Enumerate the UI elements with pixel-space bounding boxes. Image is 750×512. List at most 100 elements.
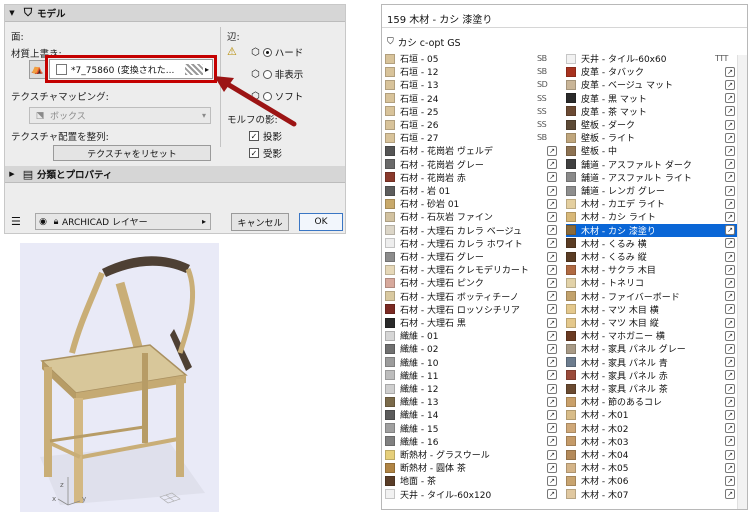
material-list-item[interactable]: 木材 - カシ 漆塗り ↗ xyxy=(566,223,738,237)
material-list-item[interactable]: 木材 - ファイバーボード ↗ xyxy=(566,290,738,303)
material-list-item[interactable]: 木材 - 木04 ↗ xyxy=(566,448,738,461)
material-list-item[interactable]: 木材 - 木05 ↗ xyxy=(566,461,738,474)
material-list-item[interactable]: 木材 - くるみ 縦 ↗ xyxy=(566,250,738,263)
material-list-item[interactable]: 織維 - 01 ↗ xyxy=(385,329,557,342)
material-list-item[interactable]: 石材 - 岩 01 ↗ xyxy=(385,184,557,197)
material-list-item[interactable]: 石材 - 大理石 ロッソシチリア ↗ xyxy=(385,303,557,316)
material-list-item[interactable]: 木材 - 家具 パネル 茶 ↗ xyxy=(566,382,738,395)
edge-option-hard[interactable]: ⬡ ハード xyxy=(251,45,303,60)
material-list-item[interactable]: 木材 - 木01 ↗ xyxy=(566,408,738,421)
material-list-item[interactable]: 壁板 - 中 ↗ xyxy=(566,144,738,157)
material-list-item[interactable]: 石材 - 花崗岩 赤 ↗ xyxy=(385,171,557,184)
cancel-button[interactable]: キャンセル xyxy=(231,213,289,231)
layer-select[interactable]: ◉ 🔒︎ ARCHICAD レイヤー ▸ xyxy=(35,213,211,230)
model-section-header[interactable]: ▼ ⛉ モデル xyxy=(5,5,345,22)
material-list-item[interactable]: 木材 - マツ 木目 横 ↗ xyxy=(566,303,738,316)
material-list-item[interactable]: 石垣 - 05 SB xyxy=(385,52,557,65)
material-list-item[interactable]: 木材 - 節のあるコレ ↗ xyxy=(566,395,738,408)
material-list-item[interactable]: 織維 - 15 ↗ xyxy=(385,422,557,435)
material-swatch xyxy=(566,330,576,341)
material-list-item[interactable]: 石垣 - 27 SB xyxy=(385,131,557,144)
material-list-item[interactable]: 石材 - 花崗岩 グレー ↗ xyxy=(385,158,557,171)
expand-triangle-icon[interactable]: ▶ xyxy=(5,170,19,178)
material-list-item[interactable]: 皮革 - ベージュ マット ↗ xyxy=(566,78,738,91)
scrollbar[interactable] xyxy=(737,55,747,509)
material-list-item[interactable]: 断熱材 - グラスウール ↗ xyxy=(385,448,557,461)
material-list-item[interactable]: 織維 - 12 ↗ xyxy=(385,382,557,395)
material-list-item[interactable]: 木材 - 木03 ↗ xyxy=(566,435,738,448)
material-list-item[interactable]: 織維 - 11 ↗ xyxy=(385,369,557,382)
texture-preview-icon: ↗ xyxy=(547,449,557,460)
material-list-item[interactable]: 舗道 - アスファルト ライト ↗ xyxy=(566,171,738,184)
cast-shadow-option[interactable]: ✓ 投影 xyxy=(249,129,282,143)
texture-preview-icon: ↗ xyxy=(547,396,557,407)
material-list-item[interactable]: 皮革 - 黒 マット ↗ xyxy=(566,92,738,105)
material-list-item[interactable]: 石材 - 石灰岩 ファイン ↗ xyxy=(385,210,557,223)
cast-shadow-label: 投影 xyxy=(263,132,283,143)
material-list-item[interactable]: 木材 - 家具 パネル 青 ↗ xyxy=(566,356,738,369)
material-list-item[interactable]: 石材 - 大理石 クレモデリカート ↗ xyxy=(385,263,557,276)
material-list-item[interactable]: 織維 - 02 ↗ xyxy=(385,342,557,355)
material-override-toggle[interactable]: ⛺ xyxy=(29,60,46,79)
receive-shadow-checkbox[interactable]: ✓ xyxy=(249,148,259,158)
ok-button[interactable]: OK xyxy=(299,213,343,231)
material-name: 木材 - カエデ ライト xyxy=(581,200,665,211)
material-list-item[interactable]: 石垣 - 26 SS xyxy=(385,118,557,131)
material-list-item[interactable]: 石材 - 大理石 ピンク ↗ xyxy=(385,276,557,289)
texture-mapping-select[interactable]: ⬔ ボックス ▾ xyxy=(29,107,211,124)
material-list-item[interactable]: 皮革 - タバック ↗ xyxy=(566,65,738,78)
material-list-item[interactable]: 木材 - マホガニー 横 ↗ xyxy=(566,329,738,342)
material-swatch xyxy=(566,132,576,143)
material-list-item[interactable]: 石垣 - 24 SS xyxy=(385,92,557,105)
material-list-item[interactable]: 石材 - 大理石 黒 ↗ xyxy=(385,316,557,329)
material-name: 木材 - 木04 xyxy=(581,451,629,462)
3d-viewport[interactable]: z y x xyxy=(20,243,219,512)
material-list-item[interactable]: 木材 - トネリコ ↗ xyxy=(566,276,738,289)
material-list-item[interactable]: 舗道 - アスファルト ダーク ↗ xyxy=(566,158,738,171)
material-list-item[interactable]: 織維 - 13 ↗ xyxy=(385,395,557,408)
material-list-item[interactable]: 壁板 - ダーク ↗ xyxy=(566,118,738,131)
material-list-item[interactable]: 石垣 - 12 SB xyxy=(385,65,557,78)
texture-preview-icon: ↗ xyxy=(725,119,735,130)
material-swatch xyxy=(385,423,395,434)
material-name: 地面 - 茶 xyxy=(400,477,436,488)
cast-shadow-checkbox[interactable]: ✓ xyxy=(249,131,259,141)
collapse-triangle-icon[interactable]: ▼ xyxy=(5,9,19,17)
material-list-item[interactable]: 木材 - 木02 ↗ xyxy=(566,422,738,435)
material-list-item[interactable]: 木材 - くるみ 横 ↗ xyxy=(566,237,738,250)
material-list-item[interactable]: 木材 - カシ ライト ↗ xyxy=(566,210,738,223)
reset-texture-button[interactable]: テクスチャをリセット xyxy=(53,145,211,161)
material-list-item[interactable]: 壁板 - ライト ↗ xyxy=(566,131,738,144)
material-list-item[interactable]: 木材 - 木07 ↗ xyxy=(566,488,738,501)
material-list-item[interactable]: 木材 - 家具 パネル グレー ↗ xyxy=(566,342,738,355)
material-list-item[interactable]: 石材 - 大理石 カレラ ホワイト ↗ xyxy=(385,237,557,250)
material-list-item[interactable]: 舗道 - レンガ グレー ↗ xyxy=(566,184,738,197)
receive-shadow-option[interactable]: ✓ 受影 xyxy=(249,146,282,160)
texture-preview-icon: ↗ xyxy=(547,357,557,368)
material-list-item[interactable]: 石垣 - 13 SD xyxy=(385,78,557,91)
material-list-item[interactable]: 木材 - マツ 木目 縦 ↗ xyxy=(566,316,738,329)
texture-preview-icon: ↗ xyxy=(547,317,557,328)
material-list-item[interactable]: 木材 - カエデ ライト ↗ xyxy=(566,197,738,210)
material-list-item[interactable]: 織維 - 16 ↗ xyxy=(385,435,557,448)
material-list-item[interactable]: 皮革 - 茶 マット ↗ xyxy=(566,105,738,118)
material-list-item[interactable]: 石材 - 大理石 グレー ↗ xyxy=(385,250,557,263)
material-list-item[interactable]: 地面 - 茶 ↗ xyxy=(385,474,557,487)
material-name: 木材 - 木05 xyxy=(581,464,629,475)
material-list-item[interactable]: 天井 - タイル-60x120 ↗ xyxy=(385,488,557,501)
material-list-item[interactable]: 断熱材 - 圓体 茶 ↗ xyxy=(385,461,557,474)
material-list-item[interactable]: 石垣 - 25 SS xyxy=(385,105,557,118)
material-list-item[interactable]: 木材 - 木06 ↗ xyxy=(566,474,738,487)
edge-radio-hard[interactable] xyxy=(262,47,272,57)
material-list-item[interactable]: 木材 - サクラ 木目 ↗ xyxy=(566,263,738,276)
material-name: 石材 - 大理石 カレラ ベージュ xyxy=(400,226,522,237)
material-list-item[interactable]: 石材 - 大理石 ボッティチーノ ↗ xyxy=(385,290,557,303)
material-list-item[interactable]: 天井 - タイル-60x60 TTT xyxy=(566,52,738,65)
material-list-item[interactable]: 石材 - 花崗岩 ヴェルデ ↗ xyxy=(385,144,557,157)
material-list-item[interactable]: 木材 - 家具 パネル 赤 ↗ xyxy=(566,369,738,382)
material-list-item[interactable]: 石材 - 砂岩 01 ↗ xyxy=(385,197,557,210)
material-list-item[interactable]: 織維 - 14 ↗ xyxy=(385,408,557,421)
classification-section-header[interactable]: ▶ ▤ 分類とプロパティ xyxy=(5,166,345,183)
material-list-item[interactable]: 織維 - 10 ↗ xyxy=(385,356,557,369)
material-list-item[interactable]: 石材 - 大理石 カレラ ベージュ ↗ xyxy=(385,224,557,237)
